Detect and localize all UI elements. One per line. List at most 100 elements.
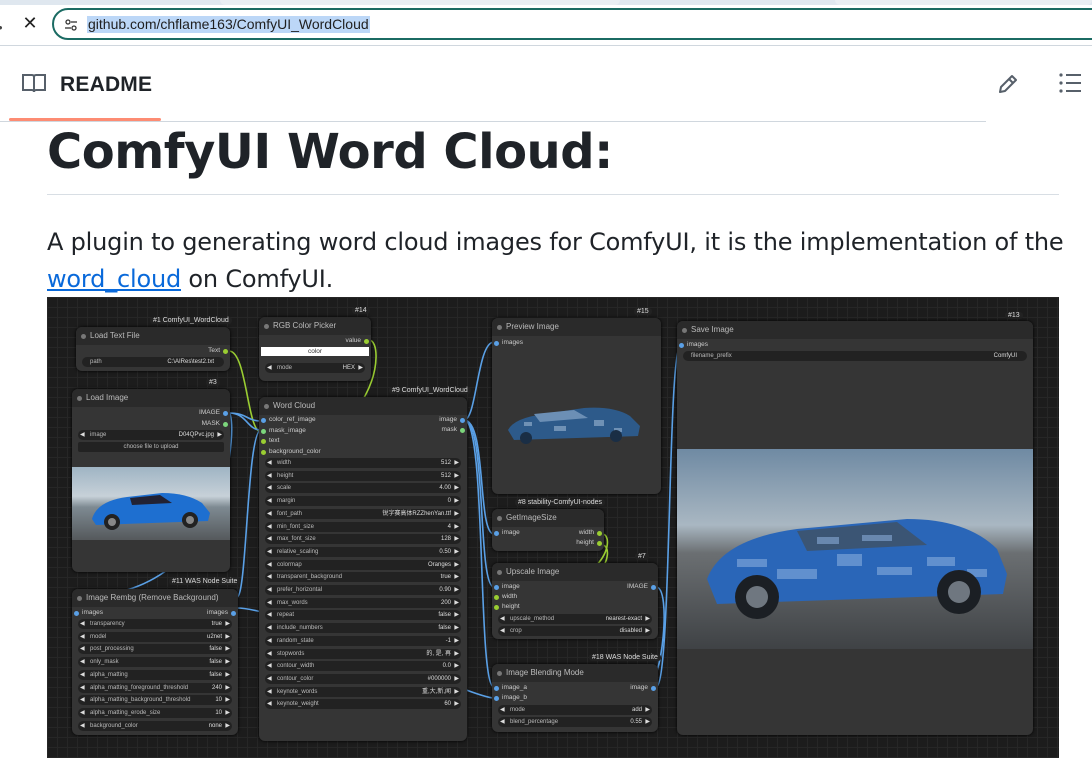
widget-alpha-matting-erode-size[interactable]: ◀ alpha_matting_erode_size 10 ▶	[78, 707, 232, 718]
input-slot[interactable]	[261, 428, 266, 434]
word-cloud-node[interactable]: Word Cloud color_ref_image mask_image text…	[259, 397, 467, 741]
widget-contour-color[interactable]: ◀ contour_color #000000 ▶	[265, 673, 461, 684]
load-image-node[interactable]: Load Image IMAGE MASK ◀ image D04QPvc.jpg ▶…	[72, 389, 230, 572]
node-title[interactable]: RGB Color Picker	[259, 317, 371, 335]
widget-min-font-size[interactable]: ◀ min_font_size 4 ▶	[265, 521, 461, 532]
increment-arrow-icon[interactable]: ▶	[454, 471, 459, 481]
color-swatch[interactable]: color	[261, 347, 369, 356]
increment-arrow-icon[interactable]: ▶	[454, 483, 459, 493]
output-slot[interactable]	[460, 428, 465, 433]
input-slot[interactable]	[494, 686, 499, 691]
increment-arrow-icon[interactable]: ▶	[454, 522, 459, 532]
increment-arrow-icon[interactable]: ▶	[225, 670, 230, 680]
widget-scale[interactable]: ◀ scale 4.00 ▶	[265, 483, 461, 494]
decrement-arrow-icon[interactable]: ◀	[80, 695, 85, 705]
increment-arrow-icon[interactable]: ▶	[454, 534, 459, 544]
output-slot[interactable]	[223, 411, 228, 416]
path-widget[interactable]: path C:\AIRes\test2.txt	[82, 357, 224, 367]
decrement-arrow-icon[interactable]: ◀	[267, 674, 272, 684]
decrement-arrow-icon[interactable]: ◀	[267, 483, 272, 493]
input-slot[interactable]	[261, 449, 266, 455]
widget-stopwords[interactable]: ◀ stopwords 的, 是, 再 ▶	[265, 648, 461, 659]
increment-arrow-icon[interactable]: ▶	[225, 657, 230, 667]
increment-arrow-icon[interactable]: ▶	[454, 509, 459, 519]
widget-max-font-size[interactable]: ◀ max_font_size 128 ▶	[265, 534, 461, 545]
load-text-node[interactable]: Load Text File Text path C:\AIRes\test2.t…	[76, 327, 230, 371]
filename-prefix-widget[interactable]: filename_prefix ComfyUI	[683, 351, 1027, 361]
increment-arrow-icon[interactable]: ▶	[454, 636, 459, 646]
output-slot[interactable]	[460, 418, 465, 423]
site-settings-icon[interactable]	[64, 18, 78, 32]
widget-alpha-matting[interactable]: ◀ alpha_matting false ▶	[78, 669, 232, 680]
input-slot[interactable]	[494, 696, 499, 701]
decrement-arrow-icon[interactable]: ◀	[267, 572, 272, 582]
outline-list-icon[interactable]	[1058, 72, 1082, 94]
increment-arrow-icon[interactable]: ▶	[454, 560, 459, 570]
decrement-arrow-icon[interactable]: ◀	[267, 496, 272, 506]
readme-title[interactable]: README	[60, 73, 152, 97]
widget-model[interactable]: ◀ model u2net ▶	[78, 631, 232, 642]
node-title[interactable]: Save Image	[677, 321, 1033, 339]
widget-prefer-horizontal[interactable]: ◀ prefer_horizontal 0.90 ▶	[265, 585, 461, 595]
decrement-arrow-icon[interactable]: ◀	[80, 670, 85, 680]
crop-widget[interactable]: ◀ crop disabled ▶	[498, 626, 652, 636]
output-slot[interactable]	[597, 541, 602, 546]
decrement-arrow-icon[interactable]: ◀	[267, 560, 272, 570]
widget-margin[interactable]: ◀ margin 0 ▶	[265, 496, 461, 507]
edit-pencil-icon[interactable]	[996, 72, 1020, 96]
decrement-arrow-icon[interactable]: ◀	[267, 458, 272, 468]
widget-height[interactable]: ◀ height 512 ▶	[265, 470, 461, 481]
increment-arrow-icon[interactable]: ▶	[454, 585, 459, 595]
mode-widget[interactable]: ◀ mode HEX ▶	[265, 363, 365, 373]
node-title[interactable]: Load Image	[72, 389, 230, 407]
decrement-arrow-icon[interactable]: ◀	[267, 699, 272, 709]
decrement-arrow-icon[interactable]: ◀	[267, 661, 272, 671]
increment-arrow-icon[interactable]: ▶	[225, 644, 230, 654]
back-arrow-icon[interactable]: •	[0, 20, 3, 35]
decrement-arrow-icon[interactable]: ◀	[267, 598, 272, 608]
decrement-arrow-icon[interactable]: ◀	[80, 721, 85, 731]
decrement-arrow-icon[interactable]: ◀	[80, 708, 85, 718]
decrement-arrow-icon[interactable]: ◀	[80, 683, 85, 693]
output-slot[interactable]	[231, 611, 236, 616]
image-rembg-node[interactable]: Image Rembg (Remove Background) images i…	[72, 589, 238, 735]
get-image-size-node[interactable]: GetImageSize image width height	[492, 509, 604, 551]
output-slot[interactable]	[651, 585, 656, 590]
increment-arrow-icon[interactable]: ▶	[225, 683, 230, 693]
upscale-method-widget[interactable]: ◀ upscale_method nearest-exact ▶	[498, 614, 652, 624]
increment-arrow-icon[interactable]: ▶	[454, 572, 459, 582]
decrement-arrow-icon[interactable]: ◀	[267, 636, 272, 646]
increment-arrow-icon[interactable]: ▶	[454, 547, 459, 557]
widget-transparent-background[interactable]: ◀ transparent_background true ▶	[265, 572, 461, 583]
output-slot[interactable]	[223, 349, 228, 354]
address-bar[interactable]: github.com/chflame163/ComfyUI_WordCloud	[52, 8, 1092, 40]
widget-alpha-matting-background-threshold[interactable]: ◀ alpha_matting_background_threshold 10 ▶	[78, 695, 232, 706]
widget-repeat[interactable]: ◀ repeat false ▶	[265, 610, 461, 621]
url-text[interactable]: github.com/chflame163/ComfyUI_WordCloud	[87, 16, 370, 33]
output-slot[interactable]	[597, 531, 602, 536]
decrement-arrow-icon[interactable]: ◀	[80, 657, 85, 667]
widget-post-processing[interactable]: ◀ post_processing false ▶	[78, 644, 232, 655]
image-blending-node[interactable]: Image Blending Mode image_a image_b imag…	[492, 664, 658, 732]
upscale-image-node[interactable]: Upscale Image image width height IMAGE ◀…	[492, 563, 658, 639]
node-title[interactable]: GetImageSize	[492, 509, 604, 527]
node-title[interactable]: Image Blending Mode	[492, 664, 658, 682]
node-title[interactable]: Load Text File	[76, 327, 230, 345]
widget-keynote-words[interactable]: ◀ keynote_words 重,大,新,闻 ▶	[265, 686, 461, 697]
output-slot[interactable]	[651, 686, 656, 691]
node-title[interactable]: Word Cloud	[259, 397, 467, 415]
widget-contour-width[interactable]: ◀ contour_width 0.0 ▶	[265, 661, 461, 672]
word-cloud-link[interactable]: word_cloud	[47, 265, 181, 293]
widget-colormap[interactable]: ◀ colormap Oranges ▶	[265, 559, 461, 570]
increment-arrow-icon[interactable]: ▶	[454, 661, 459, 671]
decrement-arrow-icon[interactable]: ◀	[80, 632, 85, 642]
widget-keynote-weight[interactable]: ◀ keynote_weight 60 ▶	[265, 699, 461, 710]
decrement-arrow-icon[interactable]: ◀	[267, 534, 272, 544]
widget-font-path[interactable]: ◀ font_path 锐字赛高体RZZhenYan.ttf ▶	[265, 508, 461, 519]
preview-image-node[interactable]: Preview Image images	[492, 318, 661, 494]
widget-background-color[interactable]: ◀ background_color none ▶	[78, 720, 232, 731]
input-slot[interactable]	[679, 343, 684, 348]
decrement-arrow-icon[interactable]: ◀	[267, 471, 272, 481]
decrement-arrow-icon[interactable]: ◀	[267, 509, 272, 519]
increment-arrow-icon[interactable]: ▶	[454, 687, 459, 697]
